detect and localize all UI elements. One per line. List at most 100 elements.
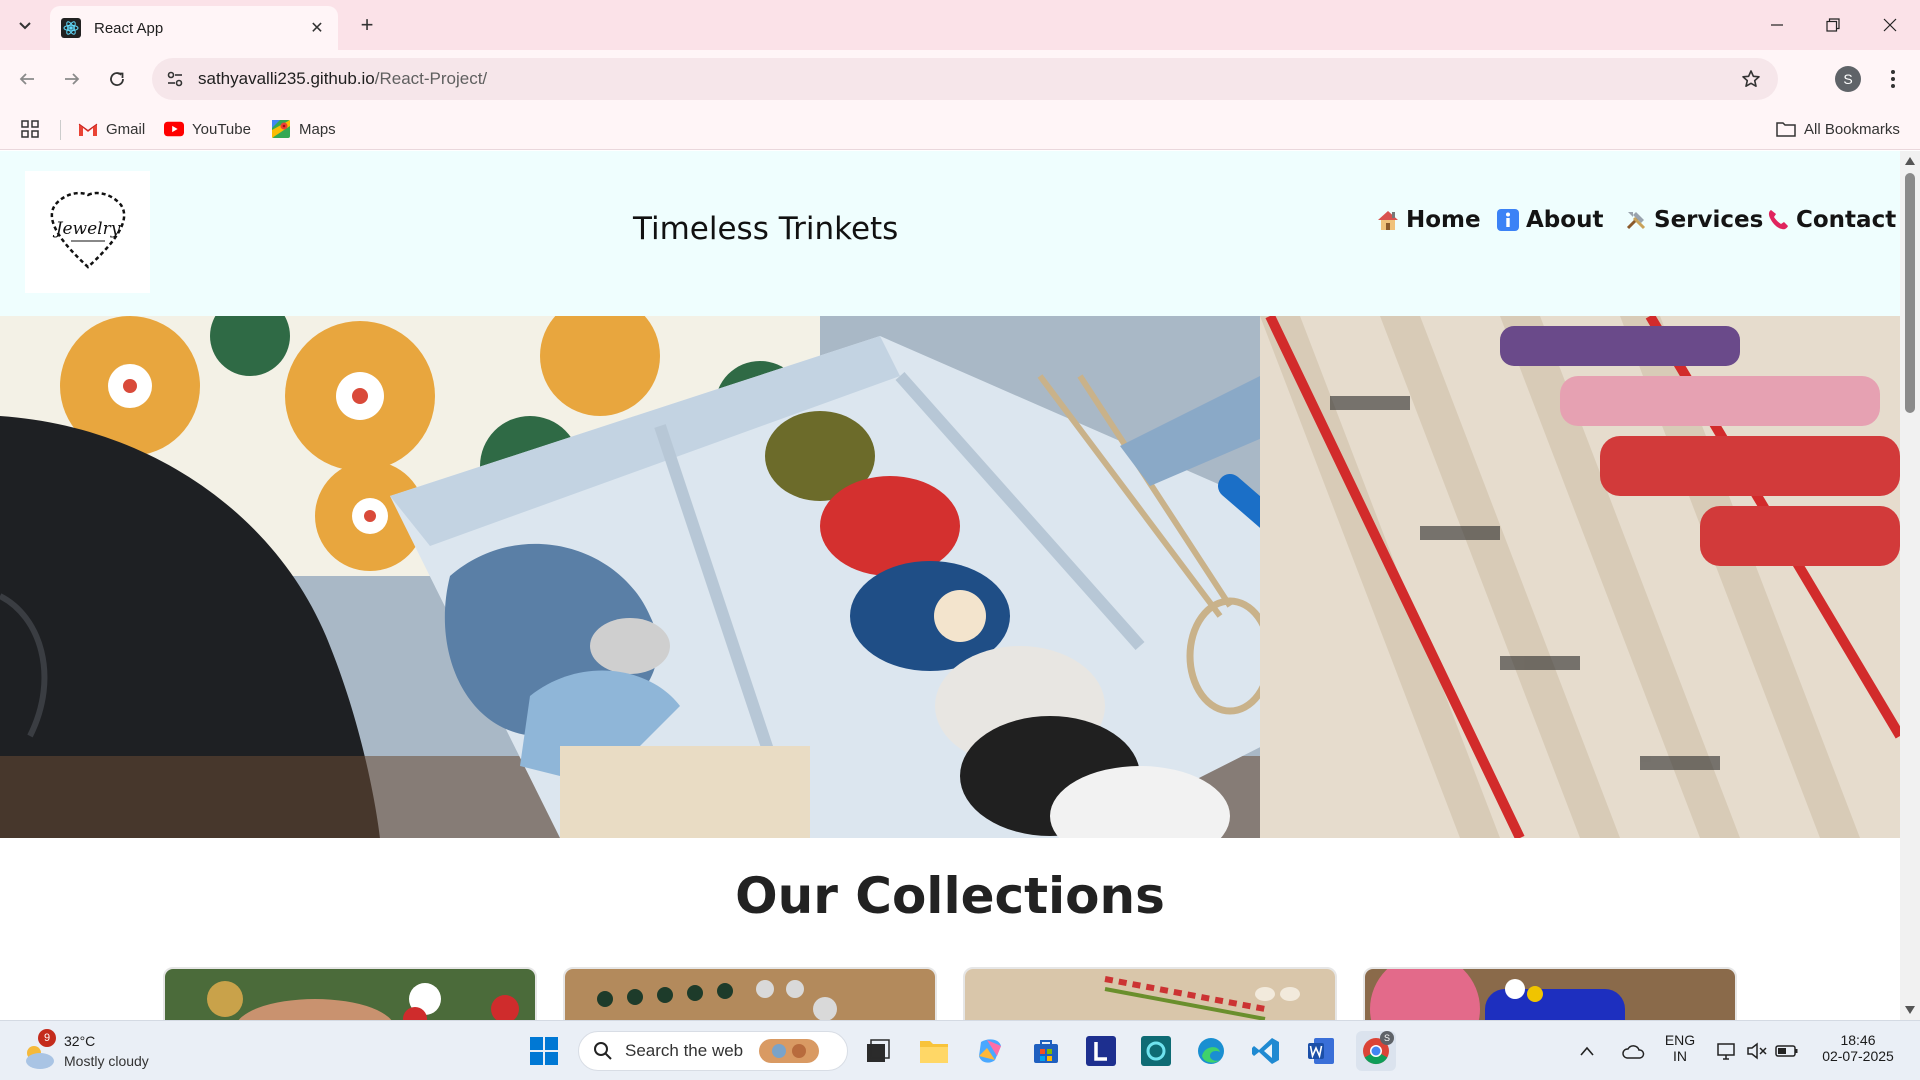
network-button[interactable] [1713, 1031, 1741, 1071]
scroll-down-icon[interactable] [1904, 1004, 1916, 1016]
bookmark-star-icon[interactable] [1734, 62, 1768, 96]
reload-icon [110, 72, 124, 86]
close-window-button[interactable] [1870, 8, 1910, 42]
house-icon [1376, 208, 1400, 232]
minimize-button[interactable] [1757, 8, 1797, 42]
collection-card[interactable] [563, 967, 937, 1020]
new-tab-button[interactable]: + [352, 10, 382, 40]
task-view-icon [867, 1039, 890, 1062]
browser-tab[interactable]: React App ✕ [50, 6, 338, 50]
restore-icon [1826, 18, 1840, 32]
vscode-icon [1252, 1038, 1279, 1064]
apps-button[interactable] [20, 116, 40, 142]
weather-condition: Mostly cloudy [64, 1053, 149, 1069]
scroll-thumb[interactable] [1905, 173, 1915, 413]
clock-time: 18:46 [1840, 1032, 1876, 1048]
nav-services[interactable]: Services [1624, 207, 1763, 233]
site-info-icon[interactable] [158, 62, 192, 96]
bookmark-label: Maps [299, 120, 336, 138]
address-bar[interactable]: sathyavalli235.github.io/React-Project/ [152, 58, 1778, 100]
clock-date: 02-07-2025 [1822, 1048, 1894, 1064]
bookmark-gmail[interactable]: Gmail [78, 116, 145, 142]
bookmark-youtube[interactable]: YouTube [164, 116, 251, 142]
edge-icon [1198, 1038, 1224, 1064]
language-line1: ENG [1664, 1032, 1696, 1048]
scroll-up-icon[interactable] [1904, 155, 1916, 167]
taskbar-search[interactable]: Search the web [578, 1031, 848, 1071]
battery-icon [1775, 1045, 1798, 1057]
vscode-button[interactable] [1246, 1031, 1286, 1071]
site-title: Timeless Trinkets [633, 211, 899, 247]
arrow-right-icon [65, 73, 80, 85]
bookmark-label: YouTube [192, 120, 251, 138]
more-vertical-icon [1891, 70, 1895, 88]
onedrive-button[interactable] [1618, 1031, 1648, 1071]
url-text: sathyavalli235.github.io/React-Project/ [198, 69, 487, 89]
browser-menu-button[interactable] [1878, 64, 1908, 94]
copilot-button[interactable] [970, 1031, 1010, 1071]
volume-button[interactable] [1743, 1031, 1771, 1071]
search-highlight-icon [759, 1039, 820, 1063]
language-indicator[interactable]: ENG IN [1660, 1032, 1700, 1064]
word-button[interactable] [1301, 1031, 1341, 1071]
windows-icon [530, 1037, 558, 1065]
windows-taskbar: 9 32°C Mostly cloudy Search the web S EN… [0, 1020, 1920, 1080]
chrome-button[interactable]: S [1356, 1031, 1396, 1071]
chrome-profile-badge: S [1380, 1031, 1394, 1045]
cloud-sync-icon [1622, 1045, 1645, 1059]
profile-avatar[interactable]: S [1835, 66, 1861, 92]
show-hidden-icons-button[interactable] [1572, 1031, 1602, 1071]
tools-icon [1624, 208, 1648, 232]
folder-icon [1776, 119, 1796, 139]
language-line2: IN [1673, 1048, 1687, 1064]
minimize-icon [1771, 24, 1783, 26]
maps-icon [271, 119, 291, 139]
store-button[interactable] [1026, 1031, 1066, 1071]
search-placeholder: Search the web [625, 1041, 744, 1060]
store-icon [1034, 1040, 1058, 1063]
page-scrollbar[interactable] [1900, 151, 1920, 1020]
nav-contact[interactable]: Contact [1766, 207, 1896, 233]
browser-toolbar: sathyavalli235.github.io/React-Project/ … [0, 50, 1920, 108]
all-bookmarks-button[interactable]: All Bookmarks [1776, 116, 1900, 142]
nav-label: Home [1406, 207, 1481, 233]
volume-muted-icon [1747, 1042, 1767, 1060]
edge-button[interactable] [1191, 1031, 1231, 1071]
weather-temp: 32°C [64, 1033, 96, 1049]
weather-widget[interactable]: 9 32°C Mostly cloudy [18, 1029, 168, 1073]
nav-label: About [1526, 207, 1604, 233]
url-host: sathyavalli235.github.io [198, 69, 375, 88]
bookmark-maps[interactable]: Maps [271, 116, 336, 142]
collection-card[interactable] [163, 967, 537, 1020]
monitor-network-icon [1717, 1043, 1735, 1060]
collection-card[interactable] [963, 967, 1337, 1020]
tab-search-button[interactable] [10, 10, 40, 40]
nav-label: Services [1654, 207, 1764, 233]
back-button[interactable] [10, 62, 44, 96]
nav-home[interactable]: Home [1376, 207, 1481, 233]
page-viewport: Jewelry Timeless Trinkets Home About Ser… [0, 151, 1920, 1020]
reload-button[interactable] [100, 62, 134, 96]
file-explorer-button[interactable] [914, 1031, 954, 1071]
battery-button[interactable] [1773, 1031, 1801, 1071]
clock[interactable]: 18:46 02-07-2025 [1810, 1032, 1906, 1064]
forward-button[interactable] [55, 62, 89, 96]
site-logo[interactable]: Jewelry [25, 171, 150, 293]
tab-title: React App [94, 19, 164, 37]
close-tab-icon[interactable]: ✕ [306, 17, 328, 39]
l-app-button[interactable] [1081, 1031, 1121, 1071]
collections-heading: Our Collections [735, 867, 1165, 925]
bookmarks-separator [60, 120, 61, 140]
circle-app-button[interactable] [1136, 1031, 1176, 1071]
start-button[interactable] [524, 1031, 564, 1071]
phone-icon [1766, 208, 1790, 232]
task-view-button[interactable] [858, 1031, 898, 1071]
restore-button[interactable] [1813, 8, 1853, 42]
ring-app-icon [1141, 1036, 1171, 1066]
copilot-icon [979, 1039, 1001, 1063]
collection-card[interactable] [1363, 967, 1737, 1020]
youtube-icon [164, 119, 184, 139]
weather-badge: 9 [38, 1029, 56, 1047]
react-icon [60, 17, 82, 39]
nav-about[interactable]: About [1496, 207, 1603, 233]
